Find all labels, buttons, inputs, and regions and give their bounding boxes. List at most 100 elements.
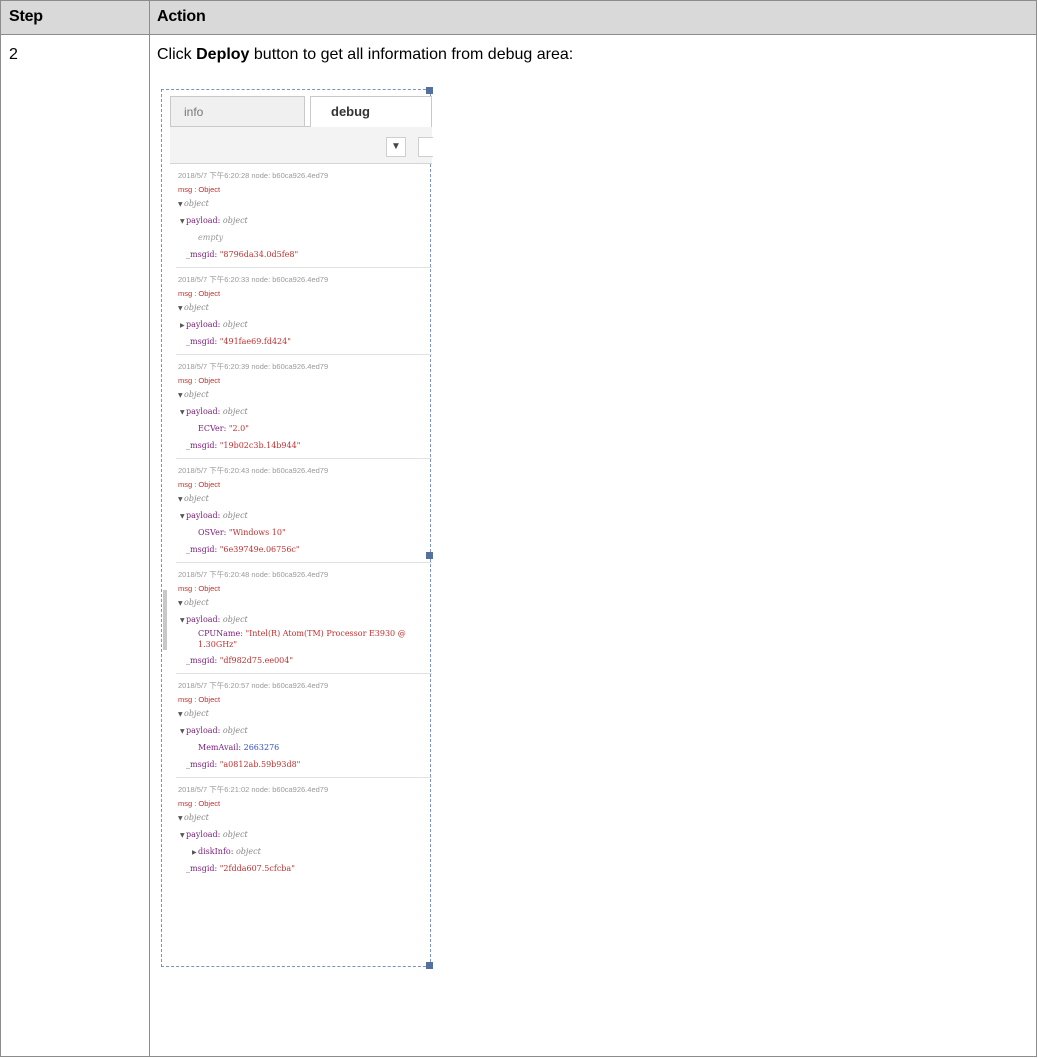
deploy-keyword: Deploy xyxy=(196,46,250,63)
object-row[interactable]: ▼object xyxy=(176,299,432,316)
debug-message: 2018/5/7 下午6:20:43 node: b60ca926.4ed79 … xyxy=(176,459,432,563)
debug-panel-screenshot: info debug ▼ 2018/5/7 下午6:20:28 node: b6… xyxy=(161,87,433,969)
property-key: MemAvail: xyxy=(198,743,242,752)
msgid-value: "df982d75.ee004" xyxy=(219,656,294,665)
message-meta: 2018/5/7 下午6:20:33 node: b60ca926.4ed79 xyxy=(178,275,329,284)
payload-type: object xyxy=(222,726,248,735)
message-type: msg : Object xyxy=(178,695,221,704)
tab-info[interactable]: info xyxy=(170,96,305,126)
action-text: Click Deploy button to get all informati… xyxy=(157,46,573,64)
message-meta: 2018/5/7 下午6:20:57 node: b60ca926.4ed79 xyxy=(178,681,329,690)
action-text-pre: Click xyxy=(157,46,197,63)
message-type: msg : Object xyxy=(178,185,221,194)
column-divider xyxy=(149,1,150,1056)
payload-row[interactable]: ▼payload: object xyxy=(176,826,432,843)
object-row[interactable]: ▼object xyxy=(176,809,432,826)
step-action-table: Step Action 2 Click Deploy button to get… xyxy=(0,0,1037,1057)
payload-type: object xyxy=(222,511,248,520)
msgid-value: "6e39749e.06756c" xyxy=(219,545,300,554)
scrollbar[interactable] xyxy=(163,590,167,650)
debug-message: 2018/5/7 下午6:20:33 node: b60ca926.4ed79 … xyxy=(176,268,432,355)
message-meta: 2018/5/7 下午6:20:43 node: b60ca926.4ed79 xyxy=(178,466,329,475)
payload-row[interactable]: ▼payload: object xyxy=(176,403,432,420)
object-row[interactable]: ▼object xyxy=(176,195,432,212)
msgid-row: _msgid: "df982d75.ee004" xyxy=(176,652,432,669)
root-type: object xyxy=(184,494,209,503)
property-row: MemAvail: 2663276 xyxy=(176,739,432,756)
msgid-key: _msgid: xyxy=(186,337,218,346)
payload-key: payload: xyxy=(186,407,221,416)
tab-debug-label: debug xyxy=(331,104,370,119)
msgid-row: _msgid: "6e39749e.06756c" xyxy=(176,541,432,558)
step-number: 2 xyxy=(9,46,18,63)
message-meta: 2018/5/7 下午6:20:28 node: b60ca926.4ed79 xyxy=(178,171,329,180)
object-row[interactable]: ▼object xyxy=(176,594,432,611)
property-key: OSVer: xyxy=(198,528,227,537)
tab-debug[interactable]: debug xyxy=(310,96,432,127)
message-type: msg : Object xyxy=(178,289,221,298)
message-type: msg : Object xyxy=(178,584,221,593)
payload-key: payload: xyxy=(186,320,221,329)
empty-value: empty xyxy=(198,233,224,242)
payload-type: object xyxy=(222,320,248,329)
property-key: CPUName: xyxy=(198,629,243,638)
debug-message: 2018/5/7 下午6:20:28 node: b60ca926.4ed79 … xyxy=(176,164,432,268)
payload-key: payload: xyxy=(186,615,221,624)
message-type: msg : Object xyxy=(178,799,221,808)
root-type: object xyxy=(184,813,209,822)
property-value: "Windows 10" xyxy=(228,528,286,537)
message-type: msg : Object xyxy=(178,480,221,489)
property-value: object xyxy=(235,847,261,856)
root-type: object xyxy=(184,709,209,718)
root-type: object xyxy=(184,303,209,312)
property-key: ECVer: xyxy=(198,424,227,433)
debug-message: 2018/5/7 下午6:20:48 node: b60ca926.4ed79 … xyxy=(176,563,432,674)
message-meta: 2018/5/7 下午6:20:48 node: b60ca926.4ed79 xyxy=(178,570,329,579)
payload-type: object xyxy=(222,615,248,624)
message-meta: 2018/5/7 下午6:21:02 node: b60ca926.4ed79 xyxy=(178,785,329,794)
root-type: object xyxy=(184,199,209,208)
property-row: OSVer: "Windows 10" xyxy=(176,524,432,541)
action-text-post: button to get all information from debug… xyxy=(249,46,574,63)
payload-key: payload: xyxy=(186,511,221,520)
msgid-row: _msgid: "8796da34.0d5fe8" xyxy=(176,246,432,263)
clear-button[interactable] xyxy=(418,137,433,157)
debug-message: 2018/5/7 下午6:21:02 node: b60ca926.4ed79 … xyxy=(176,778,432,881)
debug-messages: 2018/5/7 下午6:20:28 node: b60ca926.4ed79 … xyxy=(176,164,432,881)
property-row: ECVer: "2.0" xyxy=(176,420,432,437)
payload-key: payload: xyxy=(186,216,221,225)
tab-info-label: info xyxy=(184,105,204,119)
msgid-value: "2fdda607.5cfcba" xyxy=(219,864,295,873)
header-step: Step xyxy=(9,8,43,25)
payload-row[interactable]: ▶payload: object xyxy=(176,316,432,333)
filter-icon: ▼ xyxy=(391,141,401,152)
msgid-row: _msgid: "19b02c3b.14b944" xyxy=(176,437,432,454)
payload-row[interactable]: ▼payload: object xyxy=(176,722,432,739)
panel-tabs: info debug xyxy=(170,96,432,127)
payload-row[interactable]: ▼payload: object xyxy=(176,212,432,229)
msgid-value: "19b02c3b.14b944" xyxy=(219,441,301,450)
payload-type: object xyxy=(222,216,248,225)
resize-handle-bottom xyxy=(426,962,433,969)
msgid-key: _msgid: xyxy=(186,656,218,665)
empty-row: empty xyxy=(176,229,432,246)
msgid-value: "8796da34.0d5fe8" xyxy=(219,250,299,259)
property-value: "2.0" xyxy=(228,424,249,433)
payload-row[interactable]: ▼payload: object xyxy=(176,507,432,524)
msgid-key: _msgid: xyxy=(186,545,218,554)
root-type: object xyxy=(184,390,209,399)
object-row[interactable]: ▼object xyxy=(176,490,432,507)
debug-message: 2018/5/7 下午6:20:39 node: b60ca926.4ed79 … xyxy=(176,355,432,459)
object-row[interactable]: ▼object xyxy=(176,705,432,722)
header-action: Action xyxy=(157,8,206,25)
payload-type: object xyxy=(222,407,248,416)
property-row[interactable]: ▶diskInfo: object xyxy=(176,843,432,860)
payload-row[interactable]: ▼payload: object xyxy=(176,611,432,628)
payload-key: payload: xyxy=(186,726,221,735)
filter-button[interactable]: ▼ xyxy=(386,137,406,157)
msgid-key: _msgid: xyxy=(186,250,218,259)
msgid-value: "491fae69.fd424" xyxy=(219,337,291,346)
payload-key: payload: xyxy=(186,830,221,839)
msgid-row: _msgid: "2fdda607.5cfcba" xyxy=(176,860,432,877)
object-row[interactable]: ▼object xyxy=(176,386,432,403)
